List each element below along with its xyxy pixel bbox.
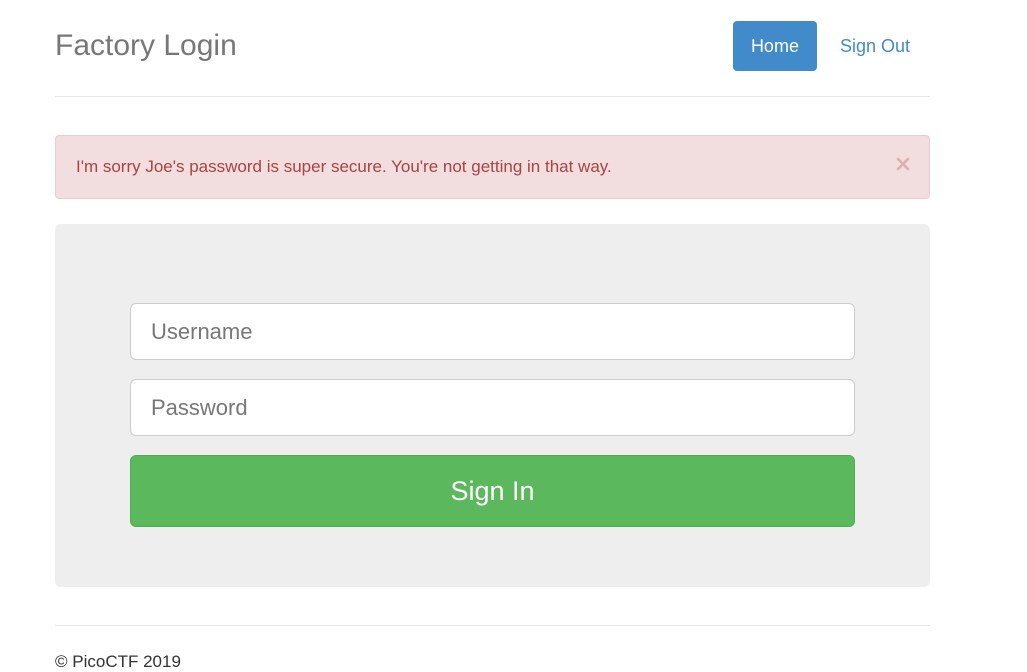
login-panel: Sign In bbox=[55, 224, 930, 587]
nav-bar: Home Sign Out bbox=[732, 21, 930, 71]
footer: © PicoCTF 2019 bbox=[55, 625, 930, 671]
nav-sign-out-link[interactable]: Sign Out bbox=[822, 21, 930, 71]
page-container: Factory Login Home Sign Out I'm sorry Jo… bbox=[55, 0, 930, 671]
close-icon[interactable] bbox=[895, 152, 911, 176]
footer-copyright: © PicoCTF 2019 bbox=[55, 652, 181, 671]
header: Factory Login Home Sign Out bbox=[55, 0, 930, 97]
alert-message: I'm sorry Joe's password is super secure… bbox=[76, 157, 612, 176]
sign-in-button[interactable]: Sign In bbox=[130, 455, 855, 527]
page-title: Factory Login bbox=[55, 29, 237, 62]
password-field[interactable] bbox=[130, 379, 855, 436]
error-alert: I'm sorry Joe's password is super secure… bbox=[55, 135, 930, 199]
username-field[interactable] bbox=[130, 303, 855, 360]
nav-home-link[interactable]: Home bbox=[732, 21, 817, 71]
